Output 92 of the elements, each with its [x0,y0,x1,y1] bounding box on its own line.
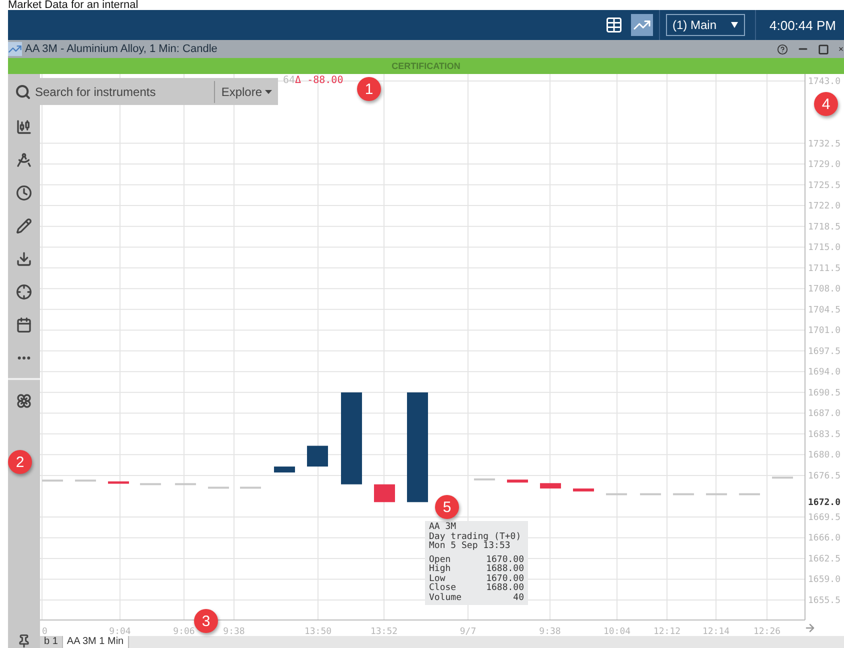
maximize-icon[interactable] [818,44,829,54]
price-axis-label: 1718.5 [808,222,841,232]
workspace-select[interactable]: (1) Main [666,14,744,36]
price-axis-label: 1666.0 [808,534,841,544]
clock-time: 4:00:44 PM [768,18,837,32]
window-title: AA 3M - Aluminium Alloy, 1 Min: Candle [25,43,218,55]
price-axis-label: 1659.0 [808,575,841,586]
tooltip-value: 1688.00 [486,565,524,574]
candle [673,493,694,496]
candle [175,483,196,486]
candle [374,484,395,502]
price-axis-label: 1662.5 [808,554,841,564]
callout-marker: 5 [435,495,459,519]
candle [274,466,295,472]
candle [240,486,261,489]
tooltip-value: 40 [513,594,524,603]
candle [640,493,661,496]
tooltip-label: High [429,565,451,574]
time-axis-label: 12:12 [653,627,681,636]
price-axis-label: 1701.0 [808,326,841,336]
line-chart-icon[interactable] [630,14,652,36]
price-axis-label: 1708.0 [808,284,841,295]
tooltip-text: AA 3M [429,523,458,532]
price-axis-label: 1711.5 [808,264,841,274]
candle [474,478,495,480]
chart-tab[interactable]: AA 3M 1 Min [62,636,129,648]
price-axis-label: 1694.0 [808,368,841,378]
change-count: 64 [283,75,296,86]
price-axis-label: 1680.0 [808,450,841,461]
price-axis-label: 1690.5 [808,388,841,398]
candle [606,493,627,496]
time-axis-label: 9:38 [223,627,245,636]
tooltip-text: Day trading (T+0) [429,532,522,542]
time-axis-label: 0 [42,627,48,636]
price-axis-label: 1704.5 [808,305,841,316]
banner-text: CERTIFICATION [392,61,460,71]
price-change: Δ -88.00 [295,75,344,86]
time-axis-label: 10:04 [603,627,631,636]
tooltip-value: 1688.00 [486,584,524,593]
candle [540,483,561,488]
price-axis-label: 1725.5 [808,180,841,191]
caret-icon [730,22,738,28]
price-axis-label: 1683.5 [808,430,841,440]
help-icon[interactable] [777,44,788,54]
candle [706,493,727,496]
price-axis-label: 1729.0 [808,160,841,170]
price-axis-label: 1715.0 [808,243,841,254]
page-heading: Market Data for an internal [7,0,140,10]
price-axis-label: 1655.5 [808,596,841,606]
explore-button[interactable]: Explore [214,80,278,102]
search-icon[interactable] [15,84,31,100]
price-axis-label: 1722.0 [808,202,841,212]
price-axis-label: 1676.5 [808,471,841,482]
price-axis-label: 1732.5 [808,139,841,150]
tooltip-label: Open [429,556,451,564]
price-axis-label: 1687.0 [808,409,841,420]
callout-marker: 3 [194,609,218,633]
candle [108,481,129,484]
time-axis-label: 13:52 [370,627,398,636]
callout-marker: 1 [357,77,381,101]
chart-tab[interactable]: b 1 [40,636,63,648]
current-price-label: 1672.0 [808,498,841,508]
candle [507,480,528,483]
candle [75,480,96,482]
candle [573,488,594,492]
tooltip-value: 1670.00 [486,556,524,564]
time-axis-label: 9:04 [109,627,131,636]
tooltip-text: Mon 5 Sep 13:53 [429,542,512,552]
time-axis-label: 12:26 [753,627,781,636]
candle [140,483,161,486]
candle [208,486,229,489]
candle [42,480,63,482]
price-axis-label: 1743.0 [808,77,841,87]
search-field[interactable]: Search for instruments [31,82,214,102]
tooltip-label: Volume [429,594,462,603]
chart-icon [8,42,22,56]
tooltip-label: Close [429,584,456,593]
time-axis-label: 13:50 [304,627,332,636]
time-axis-label: 9:06 [173,627,195,636]
scroll-right-icon[interactable] [806,624,814,632]
tooltip-value: 1670.00 [486,574,524,584]
candle [307,446,328,467]
tooltip-label: Low [429,574,446,584]
callout-marker: 4 [814,92,838,116]
time-axis-label: 9/7 [460,627,476,636]
caret-icon [265,90,272,94]
time-axis-label: 9:38 [539,627,561,636]
time-axis-label: 12:14 [702,627,730,636]
candle [772,476,793,479]
price-axis-label: 1697.5 [808,346,841,357]
price-axis-label: 1669.5 [808,512,841,523]
candle [739,493,760,496]
